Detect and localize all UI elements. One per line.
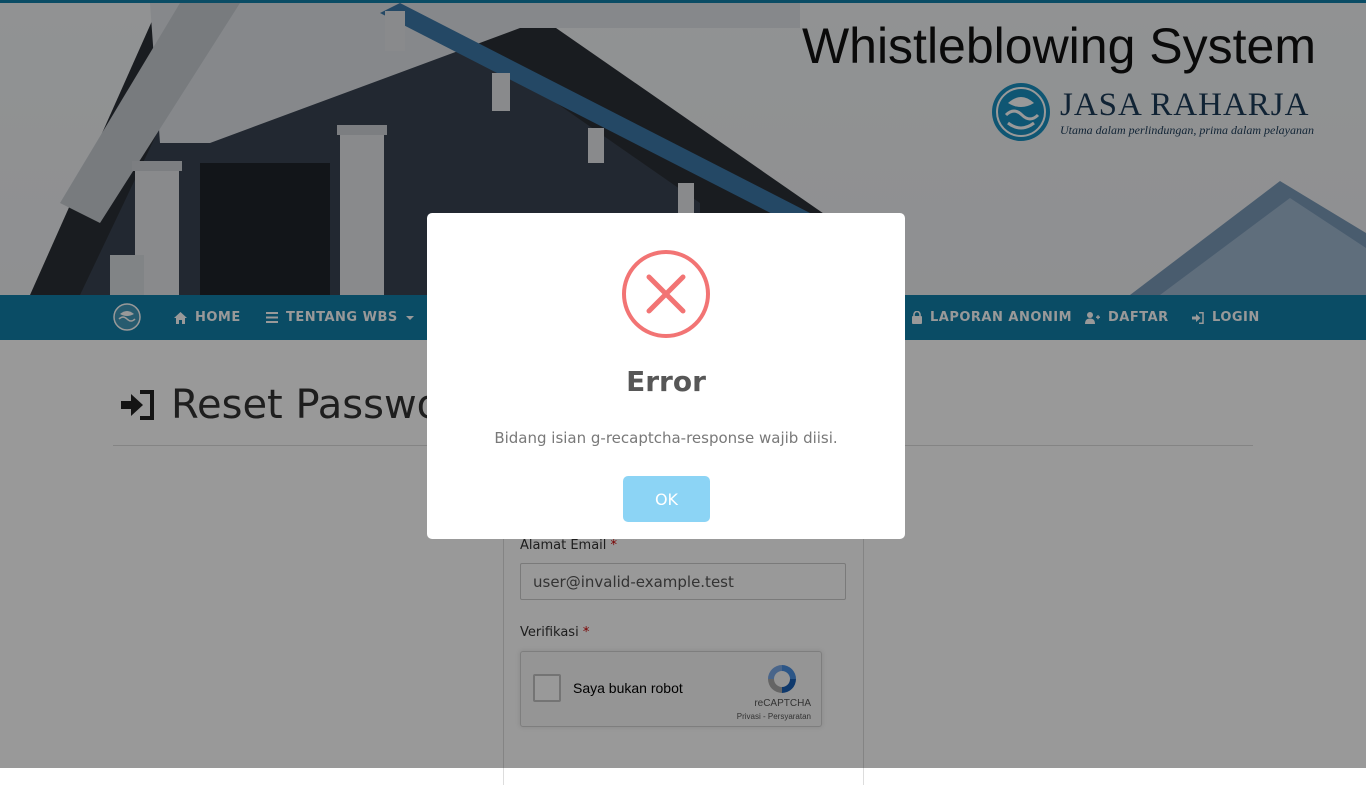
error-dialog: Error Bidang isian g-recaptcha-response … — [427, 213, 905, 539]
error-x-icon — [622, 250, 710, 338]
dialog-title: Error — [626, 365, 706, 398]
ok-button[interactable]: OK — [623, 476, 710, 522]
dialog-message: Bidang isian g-recaptcha-response wajib … — [494, 429, 838, 447]
